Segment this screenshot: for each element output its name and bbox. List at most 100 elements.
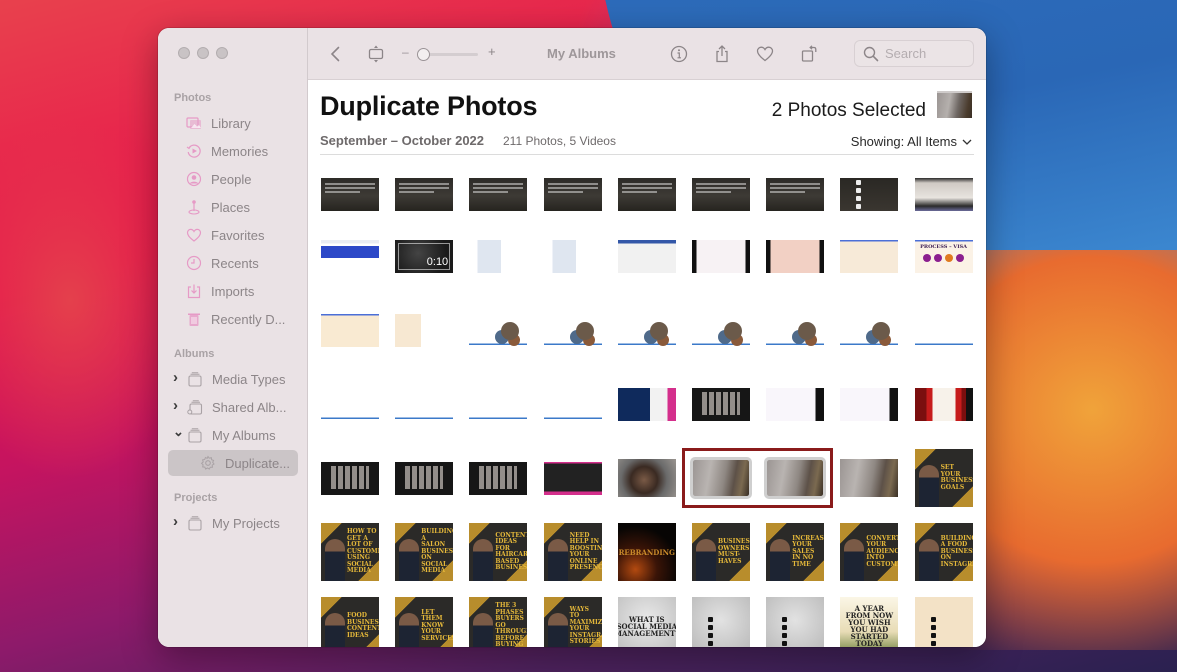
sidebar-item-memories[interactable]: Memories	[158, 138, 308, 164]
chevron-right-icon[interactable]: ›	[173, 397, 178, 414]
photo-thumbnail[interactable]	[543, 375, 602, 433]
photo-thumbnail[interactable]: HOW TO GET A LOT OF CUSTOMERS USING SOCI…	[321, 523, 379, 581]
photo-thumbnail[interactable]: CONVERT YOUR AUDIENCES INTO CUSTOMERS	[840, 523, 899, 581]
zoom-slider[interactable]: – +	[402, 44, 502, 62]
photo-thumbnail[interactable]	[617, 227, 676, 285]
photo-thumbnail[interactable]	[692, 375, 750, 433]
photo-thumbnail[interactable]	[469, 227, 528, 285]
photo-thumbnail[interactable]	[766, 227, 825, 285]
sidebar-item-duplicate[interactable]: Duplicate...	[168, 450, 298, 476]
photo-thumbnail[interactable]	[395, 449, 454, 507]
photo-thumbnail[interactable]	[395, 301, 454, 359]
photo-thumbnail[interactable]: BUILDING A FOOD BUSINESS ON INSTAGRAM	[914, 523, 973, 581]
photo-thumbnail[interactable]	[617, 155, 676, 211]
photo-thumbnail[interactable]: CONTENT IDEAS FOR HAIRCARE-BASED BUSINES…	[469, 523, 528, 581]
photo-thumbnail[interactable]: SET YOUR BUSINESS GOALS	[914, 449, 973, 507]
sidebar-item-favorites[interactable]: Favorites	[158, 222, 308, 248]
album-stack-icon	[185, 371, 205, 387]
sidebar-item-recently-d[interactable]: Recently D...	[158, 306, 308, 332]
photo-thumbnail[interactable]: BUILDING A SALON BUSINESS ON SOCIAL MEDI…	[395, 523, 454, 581]
curtain-wall-image	[840, 459, 899, 497]
photo-thumbnail[interactable]: BUSINESS OWNERS MUST-HAVES	[692, 523, 750, 581]
sidebar-item-recents[interactable]: Recents	[158, 250, 308, 276]
chevron-down-icon[interactable]: ⌄	[173, 424, 184, 440]
sidebar-item-places[interactable]: Places	[158, 194, 308, 220]
caption-text-lines	[696, 181, 746, 195]
photo-thumbnail[interactable]	[840, 227, 899, 285]
photo-thumbnail[interactable]	[840, 301, 899, 359]
photo-thumbnail[interactable]	[766, 597, 825, 647]
photo-thumbnail[interactable]	[840, 449, 899, 507]
thumbnail-caption: CONVERT YOUR AUDIENCES INTO CUSTOMERS	[866, 534, 899, 568]
photo-thumbnail[interactable]	[840, 375, 899, 433]
photo-thumbnail[interactable]	[766, 375, 825, 433]
photo-thumbnail[interactable]	[321, 449, 379, 507]
photo-thumbnail[interactable]	[543, 449, 602, 507]
photo-thumbnail[interactable]: A YEAR FROM NOW YOU WISH YOU HAD STARTED…	[840, 597, 899, 647]
sidebar-item-my-albums[interactable]: ⌄ My Albums	[158, 422, 308, 448]
selection-preview-thumbnail[interactable]	[937, 91, 972, 118]
sidebar-item-my-projects[interactable]: › My Projects	[158, 510, 308, 536]
photo-thumbnail[interactable]	[395, 375, 454, 433]
photo-thumbnail[interactable]: INCREASE YOUR SALES IN NO TIME	[766, 523, 825, 581]
sidebar-item-shared-alb[interactable]: › Shared Alb...	[158, 394, 308, 420]
photo-thumbnail[interactable]	[766, 155, 825, 211]
photo-thumbnail[interactable]: LET THEM KNOW YOUR SERVICES	[395, 597, 454, 647]
showing-filter-dropdown[interactable]: Showing: All Items	[851, 134, 972, 149]
photo-thumbnail-selected[interactable]	[764, 449, 827, 507]
photo-thumbnail[interactable]: PROCESS – VISA	[914, 227, 973, 285]
search-input[interactable]	[885, 46, 965, 61]
zoom-window-button[interactable]	[216, 47, 228, 59]
photo-thumbnail[interactable]: REBRANDING	[617, 523, 676, 581]
photo-thumbnail[interactable]	[543, 301, 602, 359]
photo-thumbnail[interactable]	[914, 597, 973, 647]
chevron-right-icon[interactable]: ›	[173, 369, 178, 386]
photo-thumbnail[interactable]	[469, 449, 528, 507]
photo-thumbnail[interactable]	[469, 155, 528, 211]
photo-thumbnail[interactable]	[469, 375, 528, 433]
chevron-right-icon[interactable]: ›	[173, 513, 178, 530]
photo-thumbnail[interactable]	[914, 301, 973, 359]
photo-thumbnail[interactable]: WHAT IS SOCIAL MEDIA MANAGEMENT?	[617, 597, 676, 647]
photo-thumbnail[interactable]: WAYS TO MAXIMIZE YOUR INSTAGRAM STORIES	[543, 597, 602, 647]
search-field[interactable]	[854, 40, 974, 67]
photo-thumbnail[interactable]	[692, 155, 750, 211]
photo-thumbnail-selected[interactable]	[690, 449, 752, 507]
photo-thumbnail[interactable]	[766, 301, 825, 359]
photo-thumbnail[interactable]	[543, 155, 602, 211]
promo-image: INCREASE YOUR SALES IN NO TIME	[766, 523, 825, 581]
photo-thumbnail[interactable]	[321, 155, 379, 211]
photo-thumbnail[interactable]	[840, 155, 899, 211]
photo-thumbnail[interactable]	[543, 227, 602, 285]
minimize-window-button[interactable]	[197, 47, 209, 59]
sidebar-item-media-types[interactable]: › Media Types	[158, 366, 308, 392]
close-window-button[interactable]	[178, 47, 190, 59]
favorite-button[interactable]	[753, 42, 777, 66]
photo-thumbnail[interactable]	[321, 301, 379, 359]
info-button[interactable]	[667, 42, 691, 66]
photo-thumbnail[interactable]	[617, 375, 676, 433]
sidebar-item-people[interactable]: People	[158, 166, 308, 192]
photo-thumbnail[interactable]	[914, 155, 973, 211]
share-button[interactable]	[710, 42, 734, 66]
zoom-slider-knob[interactable]	[417, 48, 430, 61]
photo-thumbnail[interactable]	[692, 597, 750, 647]
photo-thumbnail[interactable]	[321, 375, 379, 433]
photo-thumbnail[interactable]: THE 3 PHASES BUYERS GO THROUGH BEFORE BU…	[469, 597, 528, 647]
photo-thumbnail[interactable]	[321, 227, 379, 285]
back-button[interactable]	[324, 42, 348, 66]
fit-view-button[interactable]	[364, 42, 388, 66]
photo-thumbnail[interactable]: FOOD BUSINESS CONTENT IDEAS	[321, 597, 379, 647]
photo-thumbnail[interactable]	[617, 449, 676, 507]
sidebar-item-imports[interactable]: Imports	[158, 278, 308, 304]
photo-thumbnail[interactable]	[692, 227, 750, 285]
photo-thumbnail[interactable]	[469, 301, 528, 359]
photo-thumbnail[interactable]	[692, 301, 750, 359]
photo-thumbnail[interactable]: NEED HELP IN BOOSTING YOUR ONLINE PRESEN…	[543, 523, 602, 581]
photo-thumbnail[interactable]	[617, 301, 676, 359]
photo-thumbnail[interactable]	[914, 375, 973, 433]
photo-thumbnail[interactable]: 0:10	[395, 227, 454, 285]
photo-thumbnail[interactable]	[395, 155, 454, 211]
sidebar-item-library[interactable]: Library	[158, 110, 308, 136]
rotate-button[interactable]	[797, 42, 821, 66]
